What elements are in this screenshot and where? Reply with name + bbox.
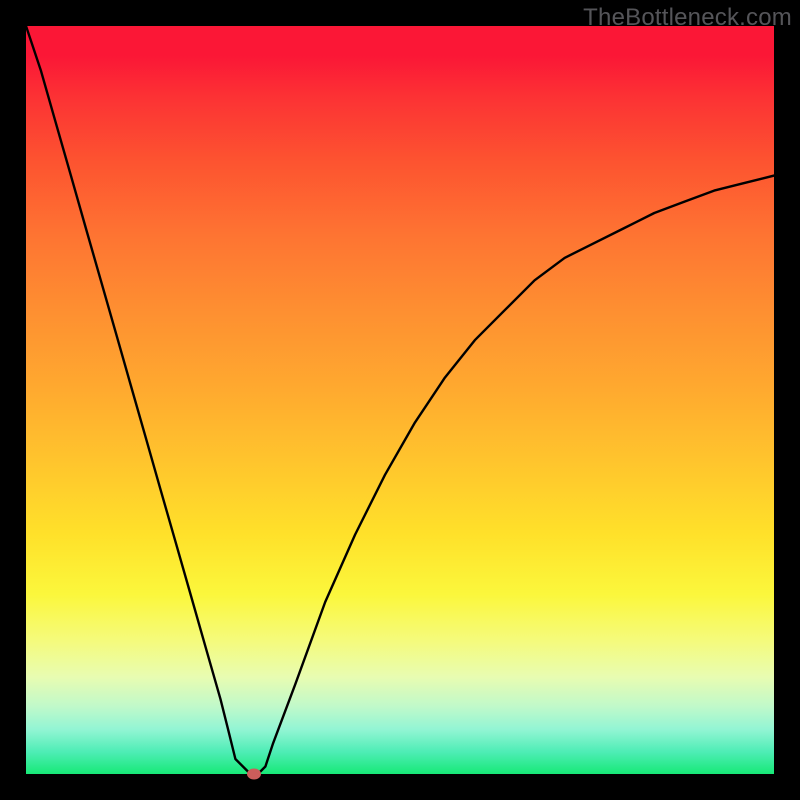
plot-area — [26, 26, 774, 774]
minimum-marker — [247, 769, 261, 780]
bottleneck-curve — [26, 26, 774, 774]
chart-frame: TheBottleneck.com — [0, 0, 800, 800]
curve-svg — [26, 26, 774, 774]
watermark-text: TheBottleneck.com — [583, 4, 792, 32]
